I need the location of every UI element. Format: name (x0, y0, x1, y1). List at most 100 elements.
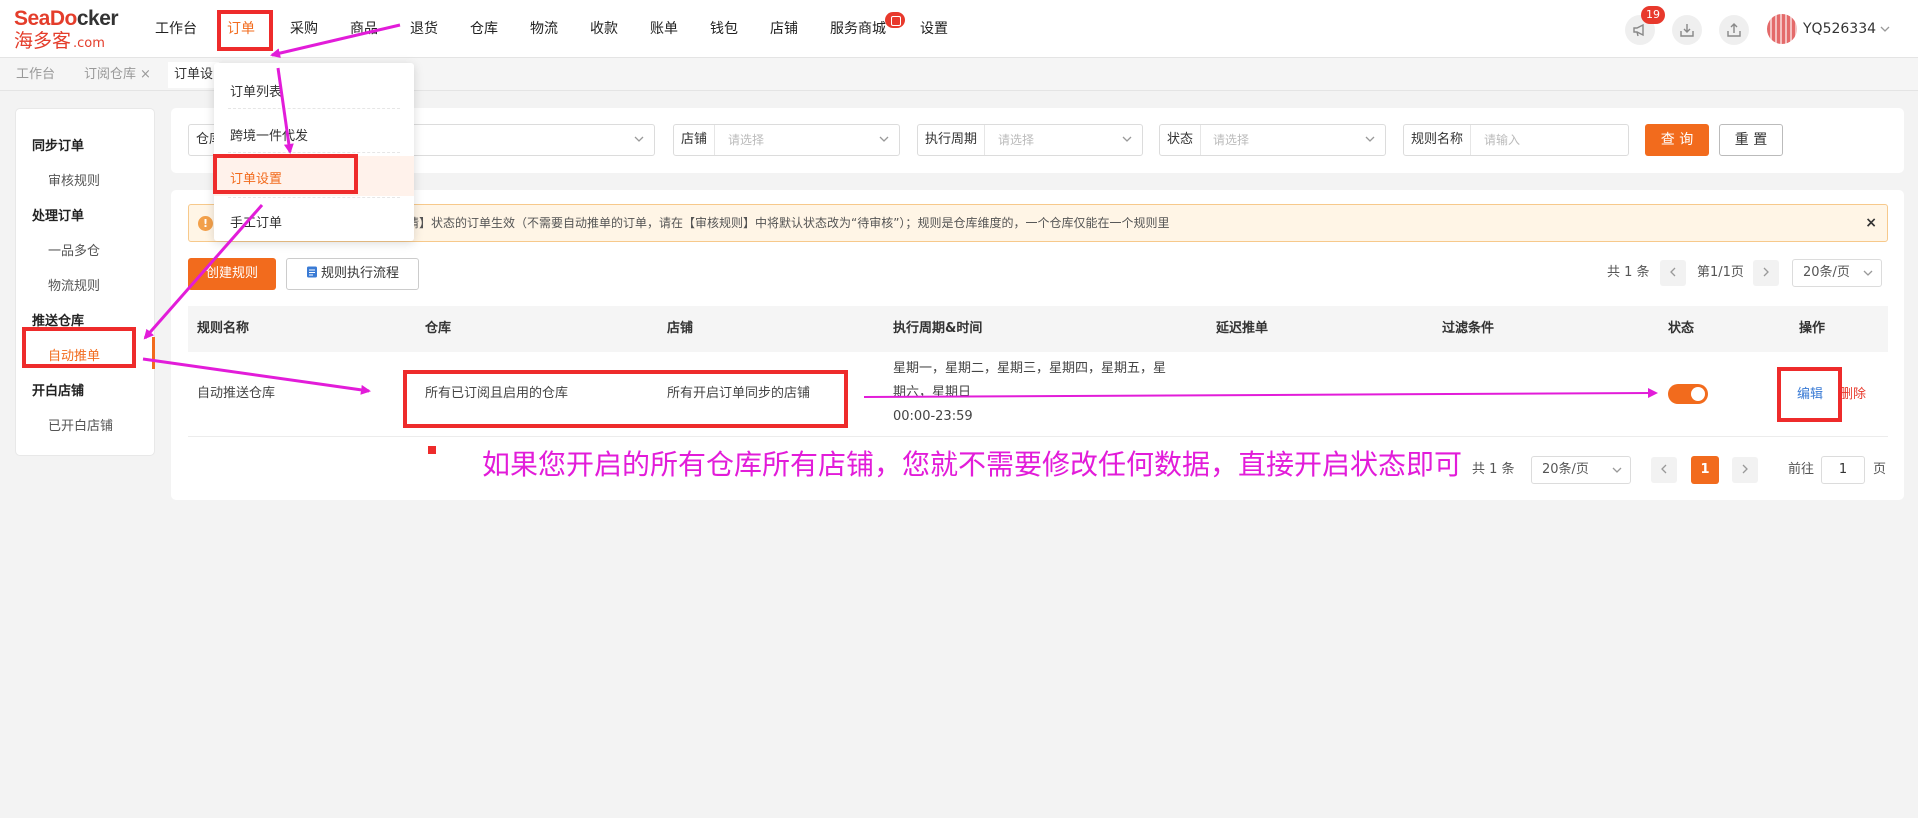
nav-item-bills[interactable]: 账单 (650, 0, 678, 58)
cycle-filter-label: 执行周期 (918, 125, 986, 155)
tab-subscribed-warehouse[interactable]: 订阅仓库 × (78, 62, 157, 88)
menu-divider (228, 108, 400, 109)
cycle-filter-placeholder: 请选择 (998, 133, 1035, 147)
export-button[interactable] (1719, 15, 1749, 45)
left-sidebar: 同步订单 审核规则 处理订单 一品多仓 物流规则 推送仓库 自动推单 开白店铺 … (15, 108, 155, 456)
column-header-actions: 操作 (1799, 321, 1826, 336)
shop-filter[interactable]: 店铺 请选择 (673, 124, 900, 156)
chevron-down-icon (634, 136, 644, 142)
nav-item-settings[interactable]: 设置 (920, 0, 948, 58)
column-header-warehouse: 仓库 (425, 321, 452, 336)
service-mall-badge-icon (885, 12, 905, 28)
column-header-status: 状态 (1668, 321, 1695, 336)
menu-divider (228, 152, 400, 153)
cycle-filter[interactable]: 执行周期 请选择 (917, 124, 1143, 156)
info-icon: ! (198, 216, 213, 231)
page-size-select-bottom[interactable]: 20条/页 (1531, 456, 1631, 484)
chevron-down-icon (1365, 136, 1375, 142)
username[interactable]: YQ526334 (1803, 0, 1876, 58)
chevron-down-icon (879, 136, 889, 142)
nav-item-receipts[interactable]: 收款 (590, 0, 618, 58)
sidebar-item-multi-warehouse[interactable]: 一品多仓 (48, 240, 100, 259)
notice-text: 申请】状态的订单生效（不需要自动推单的订单，请在【审核规则】中将默认状态改为“待… (395, 216, 1170, 230)
rule-flow-button[interactable]: 规则执行流程 (286, 258, 419, 290)
chevron-down-icon (1863, 270, 1873, 276)
chevron-right-icon (1742, 464, 1748, 474)
menu-item-order-list[interactable]: 订单列表 (230, 81, 282, 100)
delete-link[interactable]: 删除 (1840, 383, 1866, 402)
download-button[interactable] (1672, 15, 1702, 45)
megaphone-icon (1633, 23, 1644, 37)
column-header-filter: 过滤条件 (1442, 321, 1495, 336)
nav-item-warehouse[interactable]: 仓库 (470, 0, 498, 58)
highlight-box-order-settings (213, 154, 358, 194)
next-page-button-bottom[interactable] (1732, 457, 1758, 483)
reset-button[interactable]: 重 置 (1719, 124, 1783, 156)
close-icon[interactable]: × (1865, 205, 1877, 241)
annotation-text: 如果您开启的所有仓库所有店铺，您就不需要修改任何数据，直接开启状态即可 (482, 448, 1463, 481)
status-filter[interactable]: 状态 请选择 (1159, 124, 1386, 156)
tab-order-settings[interactable]: 订单设 (168, 62, 220, 88)
create-rule-button[interactable]: 创建规则 (188, 258, 276, 290)
row-rule-name: 自动推送仓库 (197, 386, 276, 401)
sidebar-item-review-rules[interactable]: 审核规则 (48, 170, 100, 189)
brand-logo[interactable]: SeaDocker 海多客 .com (14, 8, 124, 53)
page-size-select-top[interactable]: 20条/页 (1792, 259, 1882, 287)
sidebar-group-sync-orders: 同步订单 (32, 139, 85, 154)
page-number-1[interactable]: 1 (1691, 456, 1719, 484)
table-header: 规则名称 仓库 店铺 执行周期&时间 延迟推单 过滤条件 状态 操作 (188, 306, 1888, 352)
rule-name-filter-label: 规则名称 (1404, 125, 1472, 155)
shop-filter-placeholder: 请选择 (728, 133, 765, 147)
annotation-dot (428, 446, 436, 454)
notification-count-badge: 19 (1641, 6, 1665, 24)
nav-item-products[interactable]: 商品 (350, 0, 378, 58)
column-header-delay: 延迟推单 (1216, 321, 1269, 336)
sidebar-group-process-orders: 处理订单 (32, 209, 85, 224)
sidebar-item-whitelisted-shops[interactable]: 已开白店铺 (48, 415, 113, 434)
avatar[interactable] (1767, 14, 1797, 44)
nav-item-purchase[interactable]: 采购 (290, 0, 318, 58)
top-navigation-bar: SeaDocker 海多客 .com 工作台 订单 采购 商品 退货 仓库 物流 … (0, 0, 1918, 58)
menu-divider (228, 197, 400, 198)
highlight-box-warehouse-shop (403, 370, 848, 428)
highlight-box-orders-nav (217, 10, 273, 51)
nav-item-service-mall[interactable]: 服务商城 (830, 0, 886, 58)
chevron-left-icon (1661, 464, 1667, 474)
prev-page-button[interactable] (1660, 260, 1686, 286)
rule-name-input[interactable]: 请输入 (1484, 125, 1520, 155)
chevron-down-icon (1612, 467, 1622, 473)
chevron-down-icon[interactable] (1880, 25, 1890, 33)
nav-item-wallet[interactable]: 钱包 (710, 0, 738, 58)
nav-item-logistics[interactable]: 物流 (530, 0, 558, 58)
chevron-down-icon (1122, 136, 1132, 142)
query-button[interactable]: 查 询 (1645, 124, 1709, 156)
column-header-shop: 店铺 (667, 321, 694, 336)
orders-dropdown-menu: 订单列表 跨境一件代发 订单设置 手工订单 (214, 63, 414, 241)
goto-page-input[interactable]: 1 (1821, 456, 1865, 484)
status-toggle[interactable] (1668, 384, 1708, 404)
column-header-rule-name: 规则名称 (197, 321, 250, 336)
pager-total-top: 共 1 条 (1607, 265, 1650, 280)
document-icon (306, 266, 317, 278)
nav-item-shops[interactable]: 店铺 (770, 0, 798, 58)
menu-item-manual-order[interactable]: 手工订单 (230, 212, 282, 231)
highlight-box-edit (1777, 367, 1842, 422)
sidebar-active-indicator (152, 337, 155, 369)
row-cycle-days: 星期一，星期二，星期三，星期四，星期五，星 (893, 361, 1167, 376)
chevron-left-icon (1670, 267, 1676, 277)
pager-total-bottom: 共 1 条 (1472, 462, 1515, 477)
nav-item-workbench[interactable]: 工作台 (155, 0, 197, 58)
sidebar-item-logistics-rules[interactable]: 物流规则 (48, 275, 100, 294)
pager-page-text: 第1/1页 (1697, 265, 1744, 280)
row-time: 00:00-23:59 (893, 409, 973, 424)
page-unit-label: 页 (1873, 462, 1887, 477)
nav-item-returns[interactable]: 退货 (410, 0, 438, 58)
status-filter-placeholder: 请选择 (1213, 133, 1250, 147)
close-icon[interactable]: × (140, 67, 151, 82)
goto-label: 前往 (1788, 462, 1815, 477)
next-page-button[interactable] (1753, 260, 1779, 286)
rule-name-filter[interactable]: 规则名称 请输入 (1403, 124, 1629, 156)
menu-item-cross-border-dropship[interactable]: 跨境一件代发 (230, 125, 308, 144)
prev-page-button-bottom[interactable] (1651, 457, 1677, 483)
tab-workbench[interactable]: 工作台 (10, 62, 61, 88)
